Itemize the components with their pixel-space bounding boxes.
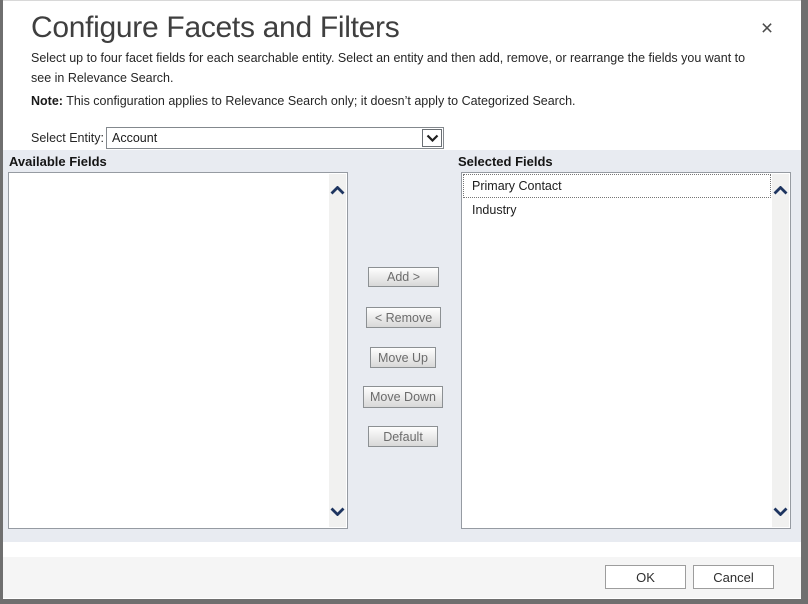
chevron-down-icon bbox=[773, 507, 788, 516]
dialog-description: Select up to four facet fields for each … bbox=[31, 49, 765, 88]
ok-button[interactable]: OK bbox=[605, 565, 686, 589]
available-fields-listbox[interactable] bbox=[8, 172, 348, 529]
select-entity-label: Select Entity: bbox=[31, 131, 104, 145]
list-item[interactable]: Primary Contact bbox=[463, 174, 771, 198]
selected-fields-heading: Selected Fields bbox=[458, 154, 553, 169]
chevron-down-icon bbox=[330, 507, 345, 516]
available-scrollbar[interactable] bbox=[329, 174, 346, 527]
remove-button[interactable]: < Remove bbox=[366, 307, 441, 328]
chevron-down-icon bbox=[426, 134, 439, 142]
list-item[interactable]: Industry bbox=[463, 198, 771, 222]
window-edge-top bbox=[0, 0, 808, 1]
dialog-note: Note: This configuration applies to Rele… bbox=[31, 94, 765, 108]
chevron-up-icon bbox=[773, 186, 788, 195]
window-edge-right bbox=[801, 0, 808, 604]
chevron-up-icon bbox=[330, 186, 345, 195]
entity-select-value: Account bbox=[112, 129, 157, 148]
selected-fields-items: Primary Contact Industry bbox=[463, 174, 771, 222]
window-edge-bottom bbox=[0, 599, 808, 604]
scroll-down-button[interactable] bbox=[772, 501, 789, 521]
note-text: This configuration applies to Relevance … bbox=[63, 94, 576, 108]
add-button[interactable]: Add > bbox=[368, 267, 439, 287]
scroll-up-button[interactable] bbox=[329, 180, 346, 200]
dropdown-arrow-button[interactable] bbox=[422, 129, 442, 147]
note-label: Note: bbox=[31, 94, 63, 108]
scroll-up-button[interactable] bbox=[772, 180, 789, 200]
move-up-button[interactable]: Move Up bbox=[370, 347, 436, 368]
cancel-button[interactable]: Cancel bbox=[693, 565, 774, 589]
entity-select[interactable]: Account bbox=[106, 127, 444, 149]
configure-facets-dialog: Configure Facets and Filters × Select up… bbox=[0, 0, 808, 604]
selected-scrollbar[interactable] bbox=[772, 174, 789, 527]
scroll-down-button[interactable] bbox=[329, 501, 346, 521]
available-fields-heading: Available Fields bbox=[9, 154, 107, 169]
move-down-button[interactable]: Move Down bbox=[363, 386, 443, 408]
close-icon[interactable]: × bbox=[753, 15, 781, 43]
selected-fields-listbox[interactable]: Primary Contact Industry bbox=[461, 172, 791, 529]
dialog-title: Configure Facets and Filters bbox=[31, 11, 399, 45]
default-button[interactable]: Default bbox=[368, 426, 438, 447]
